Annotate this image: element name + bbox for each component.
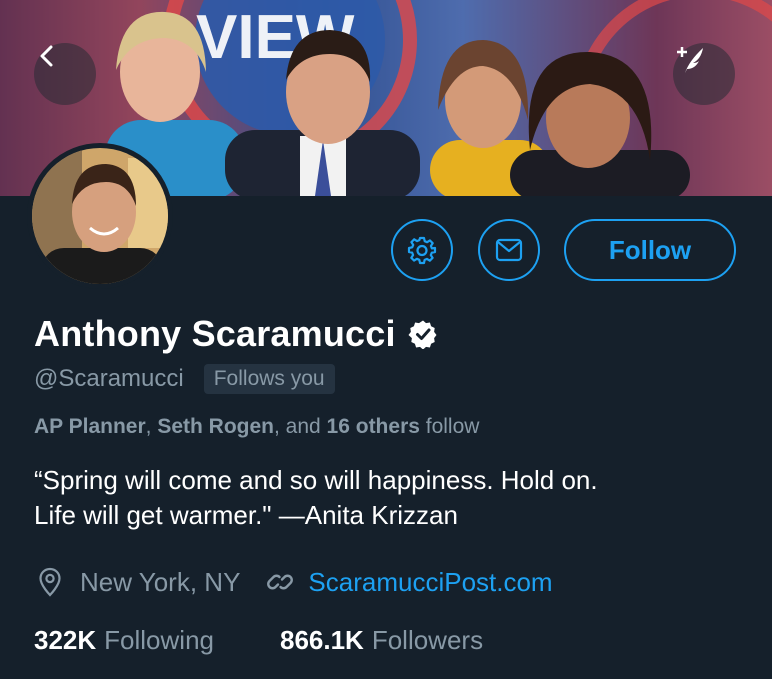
- user-handle: @Scaramucci: [34, 365, 184, 392]
- message-button[interactable]: [478, 219, 540, 281]
- follow-button[interactable]: Follow: [564, 219, 736, 281]
- known-followers[interactable]: AP Planner, Seth Rogen, and 16 others fo…: [34, 415, 479, 439]
- compose-quill-icon: [677, 47, 703, 73]
- link-icon: [267, 574, 294, 590]
- profile-bio: “Spring will come and so will happiness.…: [34, 463, 734, 533]
- compose-tweet-button[interactable]: [673, 43, 735, 105]
- following-count: 322K: [34, 625, 97, 655]
- bio-line: “Spring will come and so will happiness.…: [34, 465, 598, 495]
- known-follower-1[interactable]: AP Planner: [34, 415, 146, 438]
- known-followers-separator-1: ,: [145, 415, 158, 438]
- followers-count: 866.1K: [279, 625, 364, 655]
- avatar[interactable]: [27, 143, 173, 289]
- followers-label: Followers: [371, 625, 484, 655]
- handle-row: @Scaramucci Follows you: [34, 364, 335, 394]
- known-follower-2[interactable]: Seth Rogen: [157, 415, 274, 438]
- location-pin-icon: [39, 567, 61, 597]
- followers-stat[interactable]: 866.1K Followers: [280, 625, 483, 656]
- avatar-photo: [32, 148, 168, 284]
- name-row: Anthony Scaramucci: [34, 313, 438, 355]
- following-label: Following: [104, 625, 214, 655]
- verified-badge-icon: [408, 320, 437, 349]
- envelope-icon: [495, 238, 523, 262]
- bio-line: Life will get warmer." —Anita Krizzan: [34, 500, 458, 530]
- settings-button[interactable]: [391, 219, 453, 281]
- known-followers-suffix: follow: [419, 415, 480, 438]
- profile-meta: New York, NY ScaramucciPost.com: [34, 566, 553, 598]
- profile-location: New York, NY: [80, 566, 241, 597]
- follows-you-badge: Follows you: [203, 364, 335, 394]
- known-followers-separator-2: , and: [274, 415, 327, 438]
- display-name: Anthony Scaramucci: [34, 313, 396, 354]
- following-stat[interactable]: 322K Following: [34, 625, 214, 656]
- chevron-left-icon: [40, 45, 53, 67]
- gear-icon: [407, 236, 437, 265]
- profile-stats: 322K Following 866.1K Followers: [34, 625, 483, 656]
- back-button[interactable]: [34, 43, 96, 105]
- known-followers-others[interactable]: 16 others: [327, 415, 420, 438]
- profile-website-link[interactable]: ScaramucciPost.com: [308, 567, 552, 598]
